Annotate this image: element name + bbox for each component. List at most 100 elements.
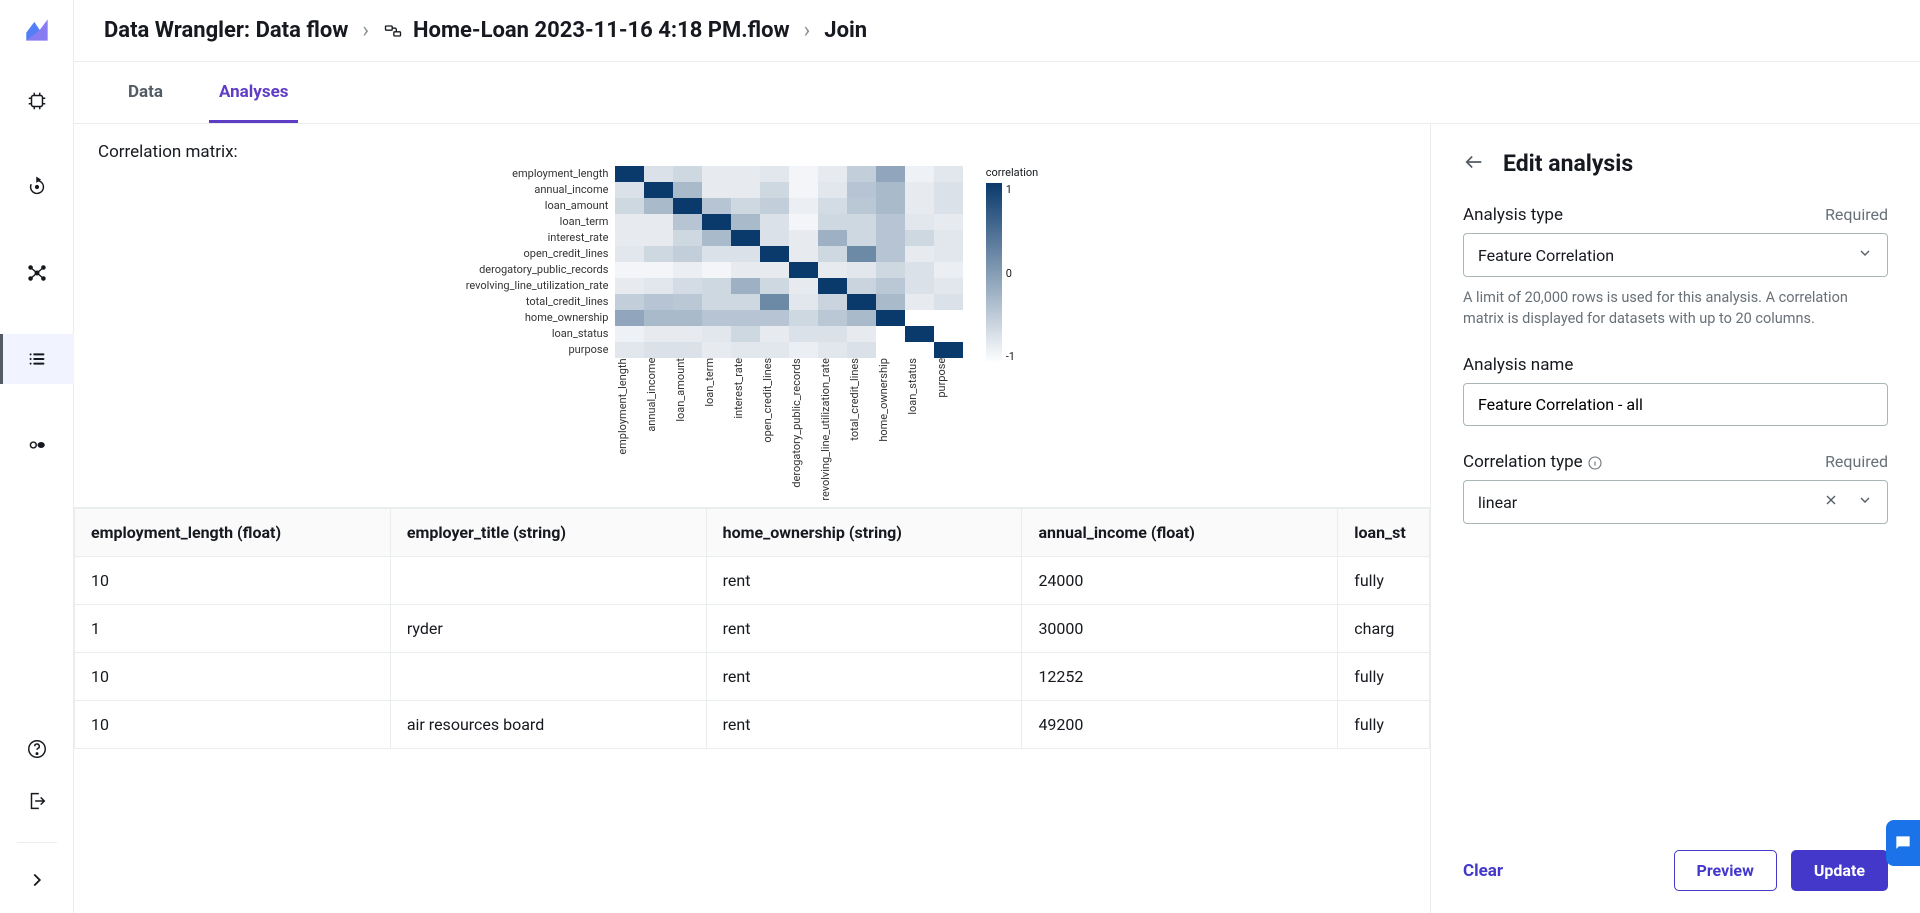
- heatmap-x-label: derogatory_public_records: [790, 358, 819, 507]
- column-header[interactable]: employer_title (string): [390, 508, 706, 556]
- heatmap-y-label: revolving_line_utilization_rate: [466, 278, 616, 294]
- heatmap-cell: [731, 278, 760, 294]
- nav-graph-icon[interactable]: [0, 248, 74, 298]
- table-row[interactable]: 10air resources boardrent49200fully: [75, 700, 1430, 748]
- column-header[interactable]: home_ownership (string): [706, 508, 1022, 556]
- heatmap-cell: [818, 326, 847, 342]
- heatmap-y-label: open_credit_lines: [524, 246, 616, 262]
- heatmap-x-label: interest_rate: [732, 358, 761, 507]
- logout-icon[interactable]: [26, 790, 48, 816]
- heatmap-cell: [702, 342, 731, 358]
- expand-rail-icon[interactable]: [26, 869, 48, 895]
- heatmap-cell: [818, 310, 847, 326]
- heatmap-cell: [702, 230, 731, 246]
- heatmap-cell: [673, 326, 702, 342]
- heatmap-cell: [731, 166, 760, 182]
- heatmap-cell: [731, 198, 760, 214]
- heatmap-cell: [789, 326, 818, 342]
- table-cell: 30000: [1022, 604, 1338, 652]
- heatmap-cell: [905, 342, 934, 358]
- table-cell: 10: [75, 556, 391, 604]
- table-row[interactable]: 1ryderrent30000charg: [75, 604, 1430, 652]
- update-button[interactable]: Update: [1791, 850, 1888, 891]
- heatmap-y-label: loan_term: [560, 214, 616, 230]
- heatmap-cell: [702, 278, 731, 294]
- heatmap-cell: [876, 214, 905, 230]
- column-header[interactable]: annual_income (float): [1022, 508, 1338, 556]
- column-header[interactable]: employment_length (float): [75, 508, 391, 556]
- heatmap-x-label: loan_status: [906, 358, 935, 507]
- clear-selection-icon[interactable]: [1823, 492, 1839, 512]
- heatmap-cell: [789, 182, 818, 198]
- heatmap-cell: [644, 342, 673, 358]
- heatmap-cell: [876, 310, 905, 326]
- breadcrumb-node: Join: [824, 18, 867, 43]
- heatmap-cell: [905, 326, 934, 342]
- table-cell: 1: [75, 604, 391, 652]
- breadcrumb-root[interactable]: Data Wrangler: Data flow: [104, 18, 348, 43]
- info-icon[interactable]: [1587, 455, 1603, 471]
- preview-button[interactable]: Preview: [1674, 850, 1777, 891]
- table-cell: rent: [706, 700, 1022, 748]
- heatmap-cell: [702, 326, 731, 342]
- heatmap-cell: [818, 182, 847, 198]
- heatmap-cell: [673, 278, 702, 294]
- analysis-name-input[interactable]: [1463, 383, 1888, 426]
- table-row[interactable]: 10rent24000fully: [75, 556, 1430, 604]
- chat-tab-icon[interactable]: [1886, 820, 1920, 866]
- table-row[interactable]: 10rent12252fully: [75, 652, 1430, 700]
- analysis-type-select[interactable]: Feature Correlation: [1463, 233, 1888, 277]
- tab-analyses[interactable]: Analyses: [209, 62, 298, 123]
- heatmap-cell: [702, 262, 731, 278]
- clear-button[interactable]: Clear: [1463, 861, 1503, 881]
- heatmap-cell: [673, 342, 702, 358]
- nav-list-icon[interactable]: [0, 334, 74, 384]
- nav-compute-icon[interactable]: [0, 76, 74, 126]
- breadcrumb-file[interactable]: Home-Loan 2023-11-16 4:18 PM.flow: [383, 18, 790, 43]
- data-preview-table[interactable]: employment_length (float)employer_title …: [74, 507, 1430, 749]
- heatmap-cell: [731, 182, 760, 198]
- heatmap-cell: [615, 246, 644, 262]
- correlation-heatmap: employment_lengthannual_incomeloan_amoun…: [466, 166, 1039, 507]
- heatmap-cell: [905, 294, 934, 310]
- heatmap-x-label: total_credit_lines: [848, 358, 877, 507]
- heatmap-y-label: loan_amount: [545, 198, 616, 214]
- heatmap-y-label: derogatory_public_records: [479, 262, 615, 278]
- heatmap-cell: [934, 294, 963, 310]
- heatmap-cell: [876, 342, 905, 358]
- correlation-type-select[interactable]: linear: [1463, 480, 1888, 524]
- heatmap-cell: [644, 182, 673, 198]
- column-header[interactable]: loan_st: [1338, 508, 1430, 556]
- heatmap-cell: [818, 166, 847, 182]
- heatmap-cell: [644, 246, 673, 262]
- heatmap-cell: [673, 246, 702, 262]
- heatmap-cell: [673, 230, 702, 246]
- heatmap-cell: [876, 326, 905, 342]
- heatmap-cell: [644, 166, 673, 182]
- heatmap-y-label: annual_income: [534, 182, 615, 198]
- heatmap-cell: [818, 246, 847, 262]
- heatmap-cell: [615, 326, 644, 342]
- chevron-right-icon: ›: [362, 18, 369, 43]
- table-cell: 10: [75, 652, 391, 700]
- tab-data[interactable]: Data: [118, 62, 173, 123]
- app-logo[interactable]: [21, 14, 53, 46]
- heatmap-cell: [876, 294, 905, 310]
- heatmap-cell: [876, 262, 905, 278]
- heatmap-cell: [789, 214, 818, 230]
- heatmap-cell: [673, 310, 702, 326]
- heatmap-cell: [702, 294, 731, 310]
- table-cell: 12252: [1022, 652, 1338, 700]
- heatmap-cell: [934, 278, 963, 294]
- nav-shapes-icon[interactable]: [0, 420, 74, 470]
- table-cell: charg: [1338, 604, 1430, 652]
- back-arrow-icon[interactable]: [1463, 151, 1485, 177]
- help-icon[interactable]: [26, 738, 48, 764]
- heatmap-cell: [847, 198, 876, 214]
- heatmap-cell: [615, 230, 644, 246]
- heatmap-y-label: home_ownership: [525, 310, 616, 326]
- nav-refresh-icon[interactable]: [0, 162, 74, 212]
- heatmap-cell: [731, 326, 760, 342]
- analysis-main: Correlation matrix: employment_lengthann…: [74, 124, 1430, 913]
- heatmap-cell: [673, 166, 702, 182]
